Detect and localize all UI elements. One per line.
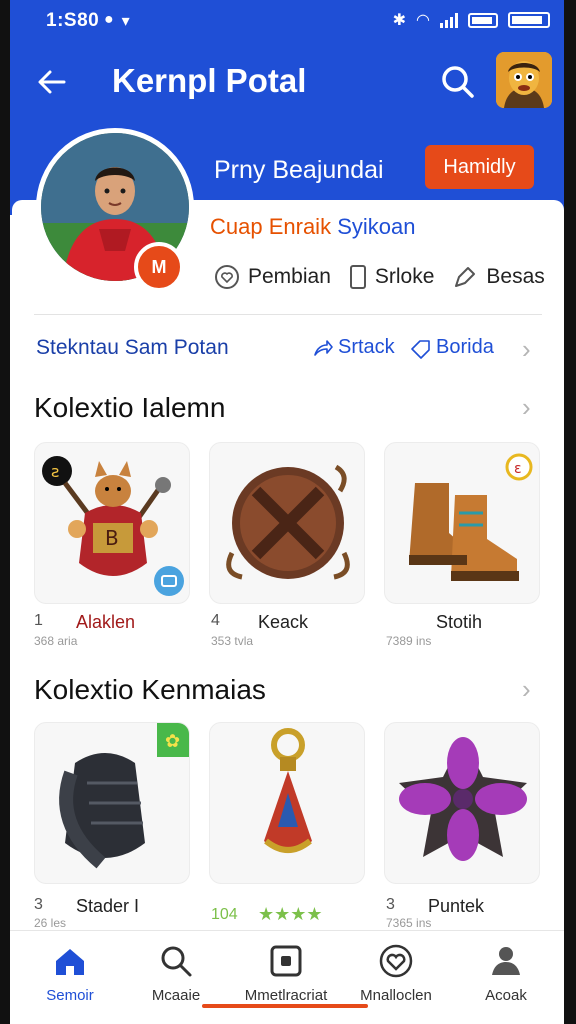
status-bar: 1:S80 ● ▾ ✱ ◠ bbox=[0, 0, 576, 42]
svg-text:ε: ε bbox=[514, 461, 522, 477]
stat-besas[interactable]: Besas bbox=[452, 264, 545, 290]
share-icon bbox=[314, 339, 333, 356]
follow-button[interactable]: Hamidly bbox=[425, 145, 534, 189]
tile-name: Puntek bbox=[428, 896, 485, 916]
emblem-icon bbox=[399, 737, 527, 861]
tile-count: 3 bbox=[386, 896, 395, 913]
bottom-tab-bar: Semoir Mcaaie Mmetlracriat Mnalloclen Ac… bbox=[0, 930, 576, 1024]
chevron-right-icon[interactable]: › bbox=[522, 392, 531, 423]
back-arrow-icon[interactable] bbox=[34, 64, 70, 100]
tile-count: 104 bbox=[211, 906, 238, 923]
app-bar: Kernpl Potal bbox=[0, 52, 576, 112]
link-action-label: Srtack bbox=[338, 336, 395, 358]
tile-name: Keack bbox=[258, 612, 309, 632]
stat-pembian[interactable]: Pembian bbox=[214, 264, 331, 290]
tag-outline-icon bbox=[411, 339, 430, 359]
item-tile-bracer[interactable]: ✿ bbox=[34, 722, 190, 884]
tab-favorites[interactable]: Mnalloclen bbox=[336, 931, 456, 1024]
tile-sub: 368 aria bbox=[34, 634, 78, 648]
app-title: Kernpl Potal bbox=[112, 62, 307, 99]
wifi-icon: ◠ bbox=[416, 12, 430, 29]
avatar[interactable] bbox=[496, 52, 552, 108]
tag-icon bbox=[455, 267, 476, 287]
tile-name: Stotih bbox=[436, 612, 483, 632]
item-tile-warrior[interactable]: ƨ B bbox=[34, 442, 190, 604]
boots-icon: ε bbox=[409, 453, 533, 581]
stat-label: Besas bbox=[486, 265, 545, 288]
item-tile-amulet[interactable] bbox=[209, 722, 365, 884]
profile-subtitle: Cuap Enraik Syikoan bbox=[210, 214, 415, 240]
tile-count: 1 bbox=[34, 612, 43, 629]
tab-label: Mnalloclen bbox=[360, 987, 432, 1004]
tab-search[interactable]: Mcaaie bbox=[116, 931, 236, 1024]
profile-badge: M bbox=[134, 242, 184, 292]
divider bbox=[34, 314, 542, 315]
svg-text:B: B bbox=[105, 526, 119, 550]
tile-sub: 7389 ins bbox=[386, 634, 432, 648]
link-row: Stekntau Sam Potan Srtack Borida › bbox=[36, 334, 542, 366]
stat-srloke[interactable]: Srloke bbox=[349, 264, 435, 290]
stat-label: Pembian bbox=[248, 265, 331, 288]
section-title-items: Kolextio Ialemn bbox=[34, 392, 226, 423]
item-tile-emblem[interactable] bbox=[384, 722, 540, 884]
search-icon bbox=[161, 946, 192, 977]
bluetooth-icon: ✱ bbox=[392, 12, 407, 29]
person-icon bbox=[492, 947, 520, 975]
heart-icon bbox=[379, 944, 413, 978]
profile-subtitle-primary: Cuap Enraik bbox=[210, 214, 332, 239]
tab-label: Semoir bbox=[46, 987, 94, 1004]
tab-market[interactable]: Mmetlracriat bbox=[226, 931, 346, 1024]
profile-name: Prny Beajundai bbox=[214, 156, 384, 184]
svg-text:ƨ: ƨ bbox=[51, 462, 59, 481]
tile-count: 4 bbox=[211, 612, 220, 629]
item-tile-boots[interactable]: ε bbox=[384, 442, 540, 604]
svg-text:✿: ✿ bbox=[165, 731, 180, 752]
tab-label: Mcaaie bbox=[151, 987, 201, 1004]
tile-name: Stader I bbox=[76, 896, 140, 916]
battery-icon bbox=[468, 12, 498, 28]
tile-name: Alaklen bbox=[76, 612, 136, 632]
rating-stars: ★★★★ bbox=[258, 904, 323, 924]
tab-home[interactable]: Semoir bbox=[10, 931, 130, 1024]
stat-label: Srloke bbox=[374, 265, 435, 288]
wifi-small-icon: ▾ bbox=[121, 13, 130, 30]
amulet-icon bbox=[264, 728, 312, 853]
home-icon bbox=[56, 949, 84, 975]
tab-indicator bbox=[202, 1004, 368, 1008]
signal-icon bbox=[440, 12, 458, 28]
profile-subtitle-secondary: Syikoan bbox=[337, 214, 416, 239]
tile-count: 3 bbox=[34, 896, 43, 913]
chevron-right-icon[interactable]: › bbox=[522, 334, 531, 365]
shield-icon bbox=[226, 464, 350, 580]
item-tile-shield[interactable] bbox=[209, 442, 365, 604]
device-frame-right bbox=[564, 0, 576, 1024]
link-action-srtack[interactable]: Srtack bbox=[312, 336, 395, 359]
tile-sub: 353 tvla bbox=[211, 634, 254, 648]
link-row-title[interactable]: Stekntau Sam Potan bbox=[36, 336, 229, 360]
section-title-collections: Kolextio Kenmaias bbox=[34, 674, 266, 705]
tab-label: Acoak bbox=[485, 987, 527, 1004]
square-icon bbox=[270, 945, 302, 977]
search-icon[interactable] bbox=[438, 62, 478, 102]
chevron-right-icon[interactable]: › bbox=[522, 674, 531, 705]
warrior-figure-icon: ƨ B bbox=[42, 456, 184, 596]
phone-screen: 1:S80 ● ▾ ✱ ◠ Kernpl Potal M Prny Beajun… bbox=[0, 0, 576, 1024]
alert-icon: ● bbox=[104, 11, 114, 28]
status-time: 1:S80 bbox=[46, 10, 100, 31]
status-icons-right: ✱ ◠ bbox=[393, 10, 550, 30]
link-action-borida[interactable]: Borida bbox=[410, 336, 494, 359]
device-frame-left bbox=[0, 0, 10, 1024]
battery-full-icon bbox=[508, 12, 550, 28]
heart-outline-icon bbox=[215, 265, 239, 289]
profile-stats: Pembian Srloke Besas bbox=[214, 264, 545, 290]
link-action-label: Borida bbox=[436, 336, 494, 358]
tab-account[interactable]: Acoak bbox=[446, 931, 566, 1024]
bracer-icon: ✿ bbox=[59, 723, 189, 869]
phone-icon bbox=[349, 265, 366, 289]
tile-sub: 26 les bbox=[34, 916, 67, 930]
tile-sub: 7365 ins bbox=[386, 916, 432, 930]
tab-label: Mmetlracriat bbox=[244, 987, 328, 1004]
status-icons-left: ● ▾ bbox=[104, 11, 130, 31]
